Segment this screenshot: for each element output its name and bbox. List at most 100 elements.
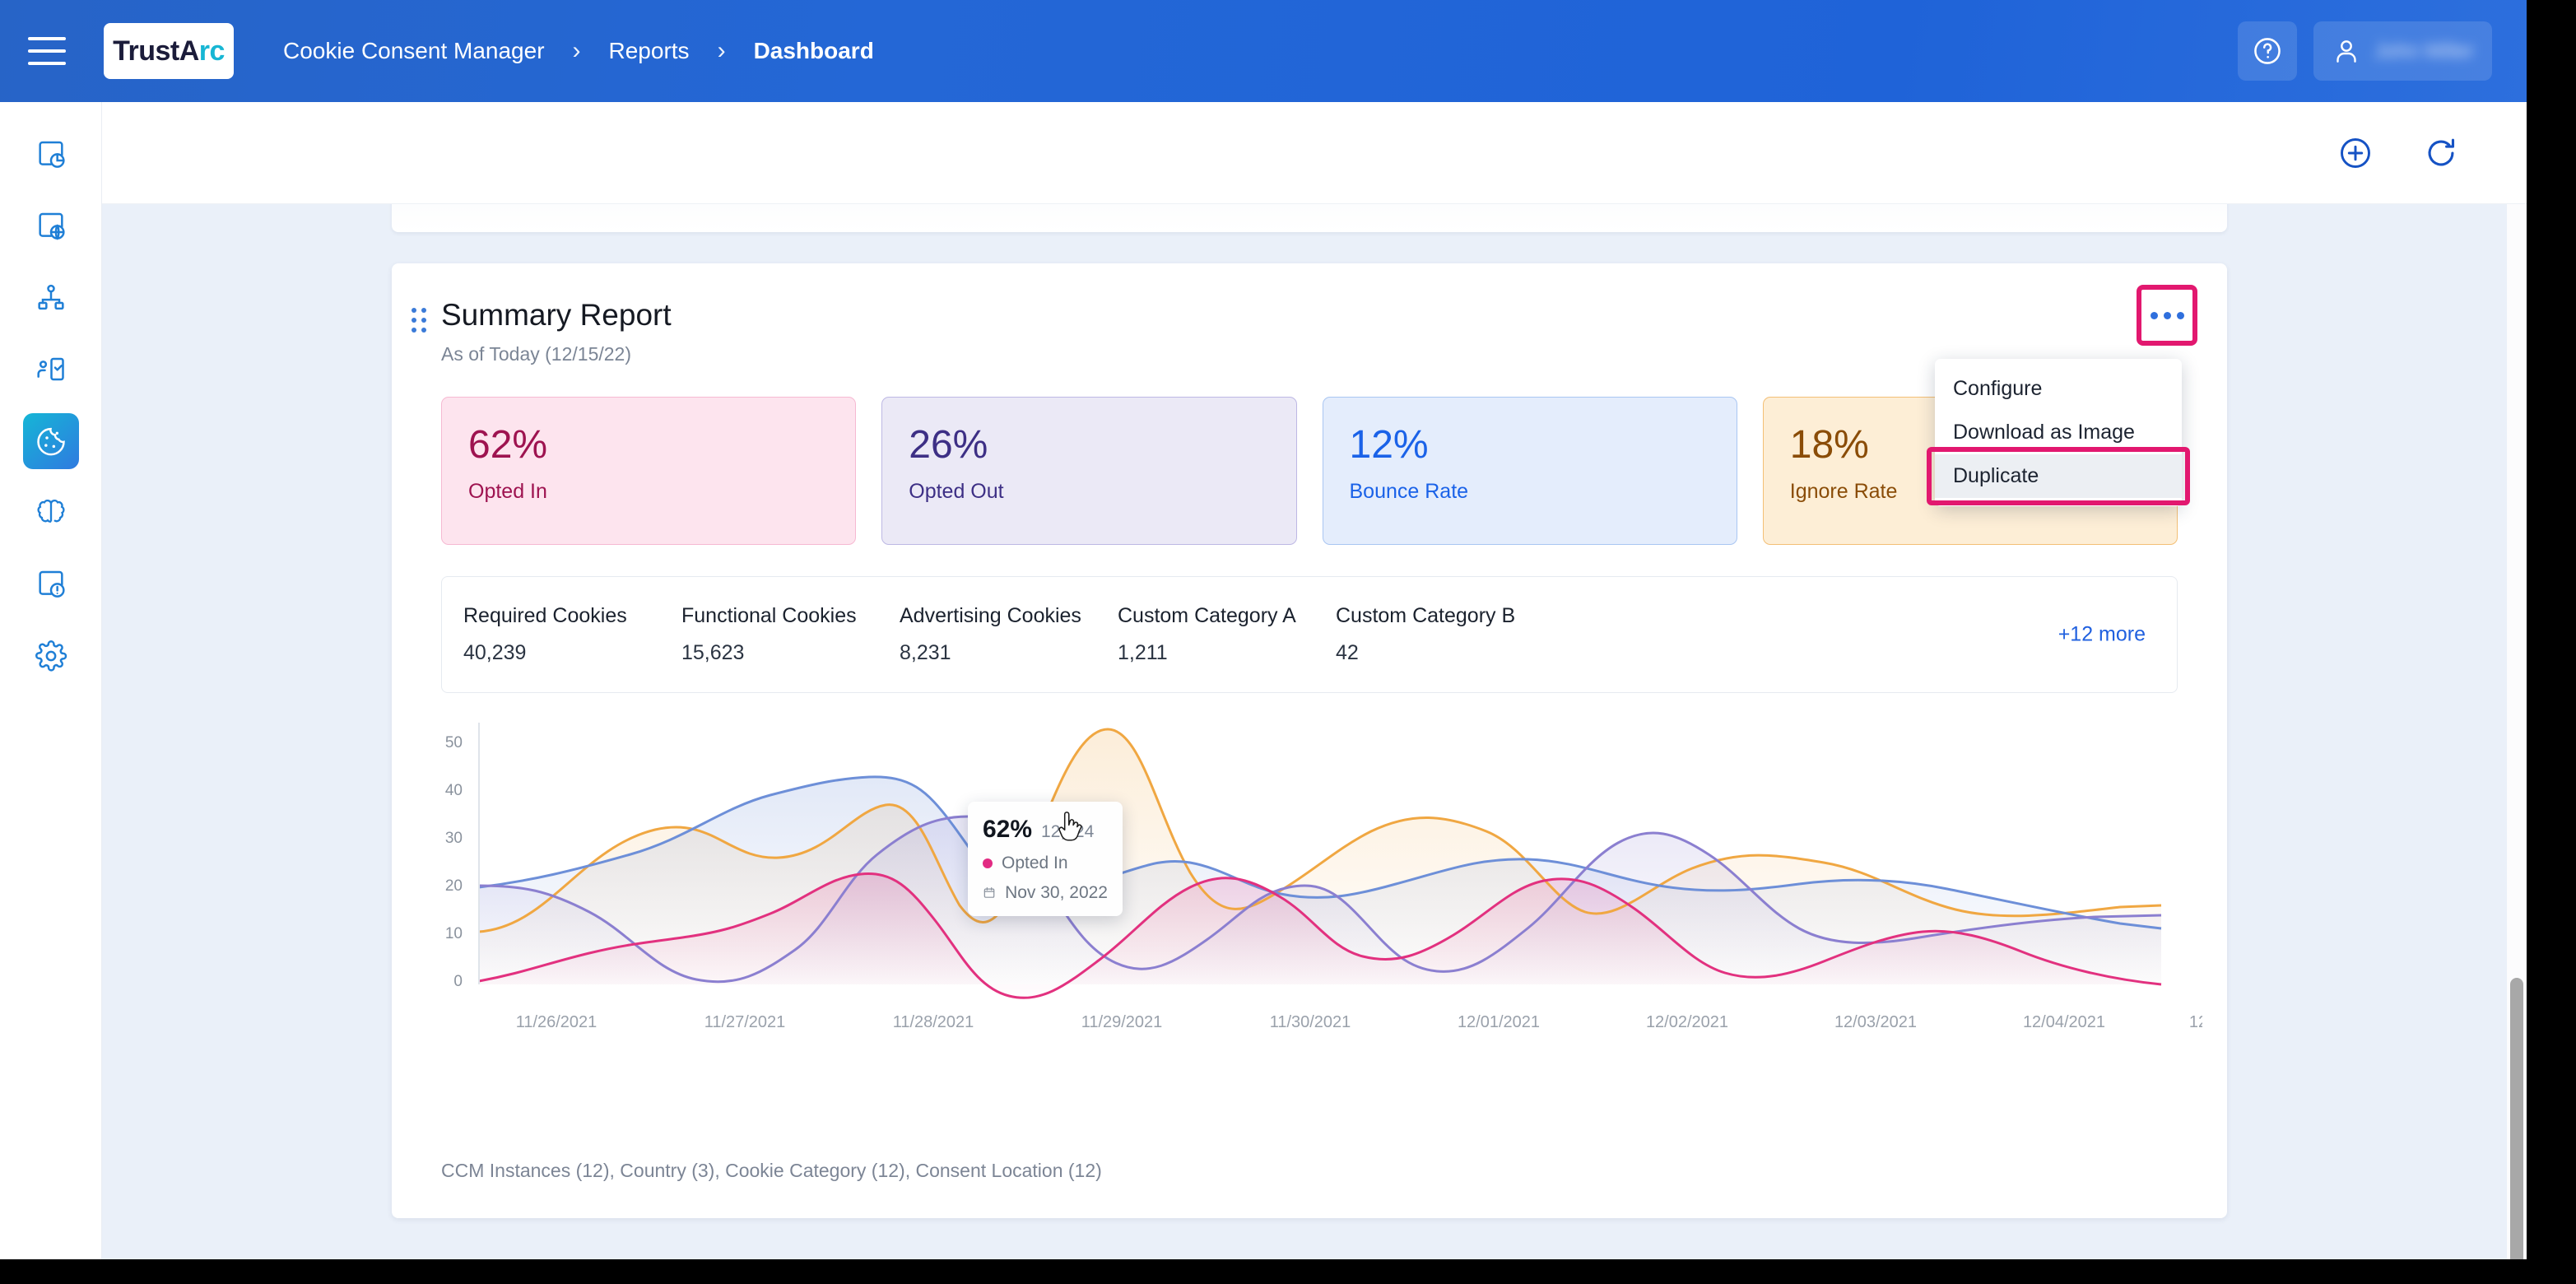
consent-trend-chart: 50 40 30 20 10 0: [425, 716, 2204, 1062]
plus-circle-icon: [2337, 135, 2374, 171]
breadcrumb: Cookie Consent Manager › Reports › Dashb…: [283, 37, 874, 65]
hamburger-icon[interactable]: [28, 37, 66, 65]
logo-text-primary: TrustA: [113, 35, 199, 67]
user-name-label: John Miller: [2374, 40, 2474, 63]
tooltip-percent: 62%: [983, 816, 1032, 844]
gear-icon: [35, 640, 67, 672]
svg-text:12/01/2021: 12/01/2021: [1458, 1013, 1540, 1031]
vertical-scrollbar-track[interactable]: [2507, 204, 2527, 1259]
add-widget-button[interactable]: [2337, 135, 2374, 171]
trustarc-logo[interactable]: TrustArc: [104, 23, 234, 79]
refresh-button[interactable]: [2423, 135, 2459, 171]
tooltip-headline: 62% 12,024: [983, 816, 1108, 844]
kpi-label: Opted In: [468, 480, 830, 504]
help-button[interactable]: [2238, 21, 2297, 81]
category-value: 40,239: [463, 641, 681, 665]
drag-handle-icon[interactable]: [412, 308, 425, 333]
cookie-category-summary: Required Cookies 40,239 Functional Cooki…: [441, 576, 2178, 693]
vertical-scrollbar-thumb[interactable]: [2510, 978, 2523, 1259]
svg-text:11/29/2021: 11/29/2021: [1081, 1013, 1163, 1031]
consent-record-icon: [35, 353, 67, 386]
sidebar-item-alerts[interactable]: [23, 556, 79, 612]
x-axis: 11/26/2021 11/27/2021 11/28/2021 11/29/2…: [516, 1013, 2202, 1031]
sitemap-icon: [35, 281, 67, 314]
report-chart-icon: [35, 138, 67, 171]
widget-footnote: CCM Instances (12), Country (3), Cookie …: [441, 1160, 1102, 1182]
cookie-icon: [35, 425, 67, 458]
chevron-right-icon: ›: [573, 37, 581, 65]
series-color-dot-icon: [983, 858, 993, 868]
svg-text:11/27/2021: 11/27/2021: [704, 1013, 786, 1031]
widget-card-above-partial: [392, 204, 2227, 232]
sidebar-item-reports[interactable]: [23, 127, 79, 183]
tooltip-series-row: Opted In: [983, 854, 1108, 873]
application-window: TrustArc Cookie Consent Manager › Report…: [0, 0, 2527, 1259]
dashboard-toolbar: [102, 102, 2527, 204]
category-item-custom-a: Custom Category A 1,211: [1118, 604, 1336, 665]
alert-document-icon: [35, 568, 67, 601]
tooltip-series-label: Opted In: [1002, 854, 1068, 873]
breadcrumb-item-reports[interactable]: Reports: [609, 38, 690, 64]
sidebar-item-websites[interactable]: [23, 198, 79, 254]
category-name: Custom Category B: [1336, 604, 1554, 628]
menu-item-configure[interactable]: Configure: [1935, 367, 2182, 411]
category-value: 1,211: [1118, 641, 1336, 665]
svg-text:12: 12: [2189, 1013, 2202, 1031]
category-item-functional: Functional Cookies 15,623: [681, 604, 900, 665]
calendar-icon: [983, 886, 996, 900]
menu-item-duplicate-wrapper: Duplicate: [1935, 454, 2182, 498]
svg-text:11/26/2021: 11/26/2021: [516, 1013, 598, 1031]
svg-text:12/02/2021: 12/02/2021: [1646, 1013, 1728, 1031]
svg-text:11/28/2021: 11/28/2021: [893, 1013, 974, 1031]
category-item-required: Required Cookies 40,239: [463, 604, 681, 665]
user-avatar-icon: [2332, 36, 2361, 66]
brain-icon: [35, 496, 67, 529]
sidebar-item-sitemap[interactable]: [23, 270, 79, 326]
svg-text:50: 50: [445, 734, 463, 751]
widget-options-menu: Configure Download as Image Duplicate: [1935, 359, 2182, 506]
sidebar-item-settings[interactable]: [23, 628, 79, 684]
sidebar-item-cookie-consent[interactable]: [23, 413, 79, 469]
kpi-value: 12%: [1350, 426, 1712, 465]
page-title: Summary Report: [441, 300, 2178, 332]
svg-text:40: 40: [445, 782, 463, 799]
svg-text:12/03/2021: 12/03/2021: [1834, 1013, 1917, 1031]
breadcrumb-item-dashboard[interactable]: Dashboard: [754, 38, 874, 64]
kpi-card-opted-in[interactable]: 62% Opted In: [441, 397, 856, 545]
svg-text:0: 0: [453, 973, 463, 990]
category-item-custom-b: Custom Category B 42: [1336, 604, 1554, 665]
category-name: Required Cookies: [463, 604, 681, 628]
tooltip-date-row: Nov 30, 2022: [983, 883, 1108, 903]
left-sidebar: [0, 102, 102, 1259]
logo-text-accent: rc: [199, 35, 225, 67]
chart-tooltip: 62% 12,024 Opted In Nov 30, 2022: [968, 802, 1123, 916]
more-options-button[interactable]: [2137, 285, 2197, 346]
svg-text:12/04/2021: 12/04/2021: [2023, 1013, 2105, 1031]
kpi-label: Opted Out: [909, 480, 1271, 504]
website-globe-icon: [35, 210, 67, 243]
category-name: Custom Category A: [1118, 604, 1336, 628]
show-more-categories-link[interactable]: +12 more: [2058, 622, 2146, 646]
category-value: 8,231: [900, 641, 1118, 665]
category-value: 42: [1336, 641, 1554, 665]
question-circle-icon: [2252, 35, 2283, 67]
refresh-icon: [2423, 135, 2459, 171]
breadcrumb-item-ccm[interactable]: Cookie Consent Manager: [283, 38, 545, 64]
y-axis: 50 40 30 20 10 0: [445, 734, 463, 990]
category-name: Functional Cookies: [681, 604, 900, 628]
sidebar-item-intelligence[interactable]: [23, 485, 79, 541]
menu-item-duplicate[interactable]: Duplicate: [1935, 454, 2182, 498]
chart-svg: 50 40 30 20 10 0: [425, 716, 2202, 1045]
kpi-card-bounce-rate[interactable]: 12% Bounce Rate: [1323, 397, 1737, 545]
kpi-card-opted-out[interactable]: 26% Opted Out: [881, 397, 1296, 545]
kpi-value: 26%: [909, 426, 1271, 465]
sidebar-item-consent-records[interactable]: [23, 342, 79, 398]
menu-item-download-as-image[interactable]: Download as Image: [1935, 411, 2182, 454]
tooltip-date: Nov 30, 2022: [1005, 883, 1108, 903]
dashboard-canvas: Summary Report As of Today (12/15/22) Co…: [102, 204, 2527, 1259]
category-value: 15,623: [681, 641, 900, 665]
svg-text:30: 30: [445, 830, 463, 847]
user-profile-button[interactable]: John Miller: [2313, 21, 2492, 81]
category-name: Advertising Cookies: [900, 604, 1118, 628]
svg-text:10: 10: [445, 925, 463, 942]
